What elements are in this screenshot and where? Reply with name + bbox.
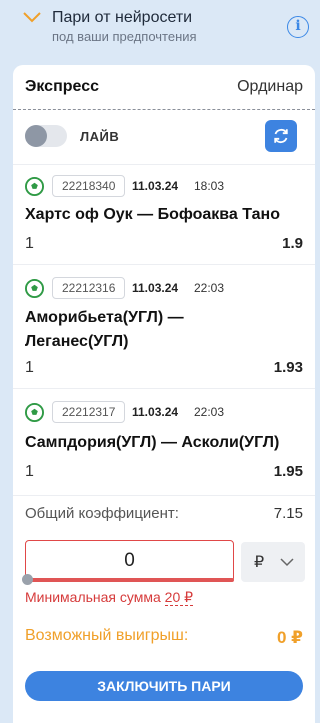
bet-item: 22218340 11.03.24 18:03 Хартс оф Оук — Б…: [13, 164, 315, 264]
total-coefficient-label: Общий коэффициент:: [25, 505, 179, 522]
event-date: 11.03.24: [132, 179, 179, 193]
event-date: 11.03.24: [132, 405, 179, 419]
match-name: Сампдория(УГЛ) — Асколи(УГЛ): [25, 434, 280, 451]
tab-ordinar[interactable]: Ординар: [237, 78, 303, 96]
soccer-ball-icon: [25, 177, 44, 196]
coefficient: 1.9: [282, 235, 303, 252]
place-bet-button[interactable]: ЗАКЛЮЧИТЬ ПАРИ: [25, 671, 303, 701]
tab-express[interactable]: Экспресс: [25, 78, 99, 96]
refresh-button[interactable]: [265, 120, 297, 152]
coefficient: 1.93: [273, 359, 303, 376]
event-code: 22218340: [52, 175, 126, 197]
event-code: 22212317: [52, 401, 126, 423]
live-row: ЛАЙВ: [13, 115, 315, 159]
slider-track: [27, 578, 234, 582]
event-date: 11.03.24: [132, 281, 179, 295]
bet-slip-card: Экспресс Ординар ЛАЙВ 22218340 11.03.24 …: [13, 65, 315, 723]
soccer-ball-icon: [25, 279, 44, 298]
outcome: 1: [25, 235, 34, 252]
bet-type-tabs: Экспресс Ординар: [13, 65, 315, 110]
chevron-down-icon: [280, 558, 294, 567]
outcome: 1: [25, 463, 34, 480]
event-code: 22212316: [52, 277, 126, 299]
live-label: ЛАЙВ: [80, 129, 120, 144]
chevron-down-icon[interactable]: [22, 10, 42, 24]
currency-symbol: ₽: [254, 554, 265, 571]
possible-win-value: 0 ₽: [276, 628, 303, 647]
refresh-icon: [274, 128, 288, 144]
total-coefficient-value: 7.15: [273, 505, 303, 522]
event-time: 22:03: [194, 405, 225, 419]
match-name: Хартс оф Оук — Бофоаква Тано: [25, 206, 280, 223]
soccer-ball-icon: [25, 403, 44, 422]
stake-slider[interactable]: [22, 574, 234, 585]
outcome: 1: [25, 359, 34, 376]
min-stake-text: Минимальная сумма: [25, 589, 161, 605]
event-time: 18:03: [194, 179, 225, 193]
slider-handle[interactable]: [22, 574, 33, 585]
bet-item: 22212317 11.03.24 22:03 Сампдория(УГЛ) —…: [13, 388, 315, 495]
min-stake-amount[interactable]: 20 ₽: [164, 589, 194, 606]
stake-input[interactable]: 0: [25, 540, 234, 582]
live-toggle[interactable]: [25, 125, 67, 147]
info-icon[interactable]: i: [287, 16, 309, 38]
match-name: Аморибьета(УГЛ) — Леганес(УГЛ): [25, 309, 184, 350]
header-title[interactable]: Пари от нейросети: [52, 9, 192, 27]
header-subtitle: под ваши предпочтения: [52, 29, 197, 44]
currency-select[interactable]: ₽: [241, 542, 305, 582]
coefficient: 1.95: [273, 463, 303, 480]
toggle-knob: [25, 125, 47, 147]
header: Пари от нейросети под ваши предпочтения …: [0, 0, 317, 52]
total-coefficient-row: Общий коэффициент: 7.15: [13, 495, 315, 529]
bet-item: 22212316 11.03.24 22:03 Аморибьета(УГЛ) …: [13, 264, 315, 388]
min-stake-warning: Минимальная сумма 20 ₽: [25, 589, 194, 606]
possible-win-label: Возможный выигрыш:: [25, 627, 189, 644]
event-time: 22:03: [194, 281, 225, 295]
